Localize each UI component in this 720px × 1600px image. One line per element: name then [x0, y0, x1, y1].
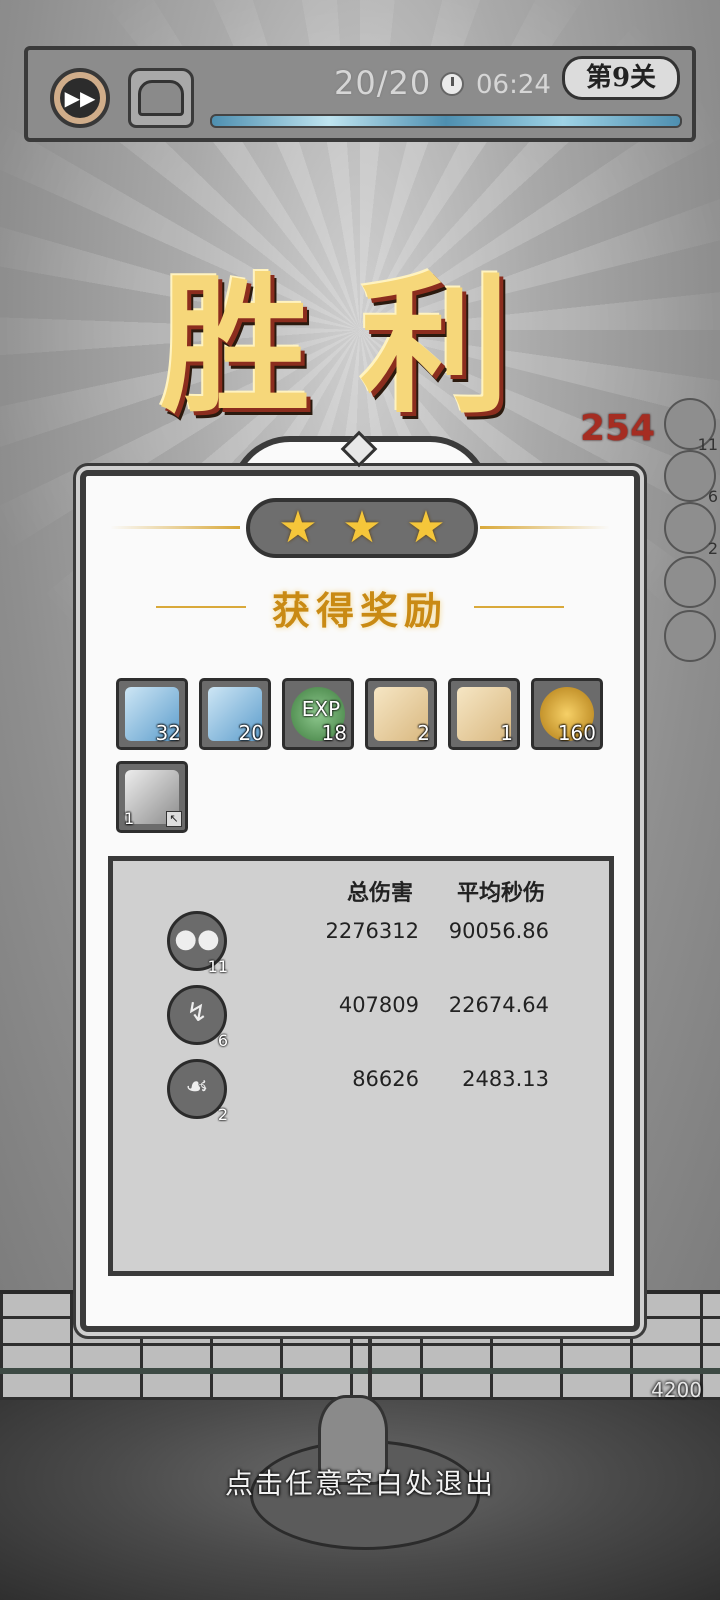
treasure-chest-icon: [138, 80, 184, 116]
fast-forward-button[interactable]: ▶▶: [50, 68, 110, 128]
reward-count: 1: [124, 809, 135, 828]
ghost-glyph: ☙: [185, 1072, 209, 1102]
fast-forward-icon: ▶▶: [60, 78, 100, 118]
reward-count: 160: [557, 721, 596, 745]
reward-list: 32 20 EXP 18 2 1 160 1 ↖: [116, 678, 616, 833]
stats-row: ☙ 2 86626 2483.13: [113, 1059, 609, 1129]
star-icon: ★: [406, 502, 446, 553]
header-avg-dps: 平均秒伤: [457, 880, 546, 906]
reward-item-stone[interactable]: 1 ↖: [116, 761, 188, 833]
reward-item-scroll-necklace[interactable]: 2: [365, 678, 437, 750]
header-total-damage: 总伤害: [347, 880, 414, 906]
reward-item-ice-blade[interactable]: 32: [116, 678, 188, 750]
top-hud: ▶▶ 20/20 06:24 第9关: [24, 46, 696, 142]
boss-hp-bar: [210, 114, 682, 128]
total-damage-value: 407809: [338, 993, 419, 1017]
total-damage-value: 2276312: [325, 919, 419, 943]
reward-item-gold[interactable]: 160: [531, 678, 603, 750]
reward-count: 2: [417, 721, 430, 745]
result-panel: ★ ★ ★ 获得奖励 32 20 EXP 18 2 1 160 1 ↖ 总伤害 …: [80, 470, 640, 1332]
star-icon: ★: [342, 502, 382, 553]
star-rating: ★ ★ ★: [246, 498, 478, 558]
exp-label: EXP: [301, 697, 341, 721]
clock-icon: [440, 72, 464, 96]
level-badge: 第9关: [562, 56, 680, 100]
ghost-skill-icon: ☙ 2: [167, 1059, 228, 1124]
tap-to-exit-hint[interactable]: 点击任意空白处退出: [0, 1462, 720, 1502]
reward-item-ice-ghost[interactable]: 20: [199, 678, 271, 750]
side-skill-slot-ghost: 2: [664, 502, 718, 558]
link-corner-icon: ↖: [166, 811, 182, 827]
side-skill-slot-rain: 11: [664, 398, 718, 454]
chest-button[interactable]: [128, 68, 194, 128]
avg-dps-value: 90056.86: [448, 919, 549, 943]
side-skill-slot-lightning: 6: [664, 450, 718, 506]
reward-item-scroll-helmet[interactable]: 1: [448, 678, 520, 750]
side-slot-count: 2: [707, 539, 718, 558]
skill-level: 11: [207, 957, 228, 976]
lightning-glyph: ↯: [186, 998, 208, 1028]
damage-stats-table: 总伤害 平均秒伤 ●● 11 2276312 90056.86 ↯ 6 4078…: [108, 856, 614, 1276]
wall-hp-value: 4200: [651, 1378, 702, 1402]
gold-divider: [480, 526, 610, 529]
skill-level: 2: [217, 1105, 228, 1124]
reward-count: 18: [321, 721, 347, 745]
total-damage-value: 86626: [352, 1067, 419, 1091]
side-skill-slot-empty: [664, 556, 716, 608]
avg-dps-value: 22674.64: [448, 993, 549, 1017]
side-slot-count: 11: [697, 435, 718, 454]
reward-count: 32: [155, 721, 181, 745]
gold-divider: [110, 526, 240, 529]
side-slot-count: 6: [707, 487, 718, 506]
wave-counter: 20/20: [334, 64, 432, 102]
floating-damage-number: 254: [580, 408, 656, 449]
stats-row: ●● 11 2276312 90056.86: [113, 911, 609, 981]
rain-skill-icon: ●● 11: [167, 911, 228, 976]
rain-glyph: ●●: [174, 924, 220, 954]
stats-row: ↯ 6 407809 22674.64: [113, 985, 609, 1055]
wall-hp-line: [0, 1368, 720, 1374]
reward-item-exp[interactable]: EXP 18: [282, 678, 354, 750]
side-skill-slot-empty: [664, 610, 716, 662]
star-icon: ★: [278, 502, 318, 553]
stage-timer: 06:24: [476, 70, 551, 100]
reward-title: 获得奖励: [271, 588, 448, 633]
reward-count: 20: [238, 721, 264, 745]
skill-level: 6: [217, 1031, 228, 1050]
reward-count: 1: [500, 721, 513, 745]
avg-dps-value: 2483.13: [462, 1067, 549, 1091]
lightning-skill-icon: ↯ 6: [167, 985, 228, 1050]
